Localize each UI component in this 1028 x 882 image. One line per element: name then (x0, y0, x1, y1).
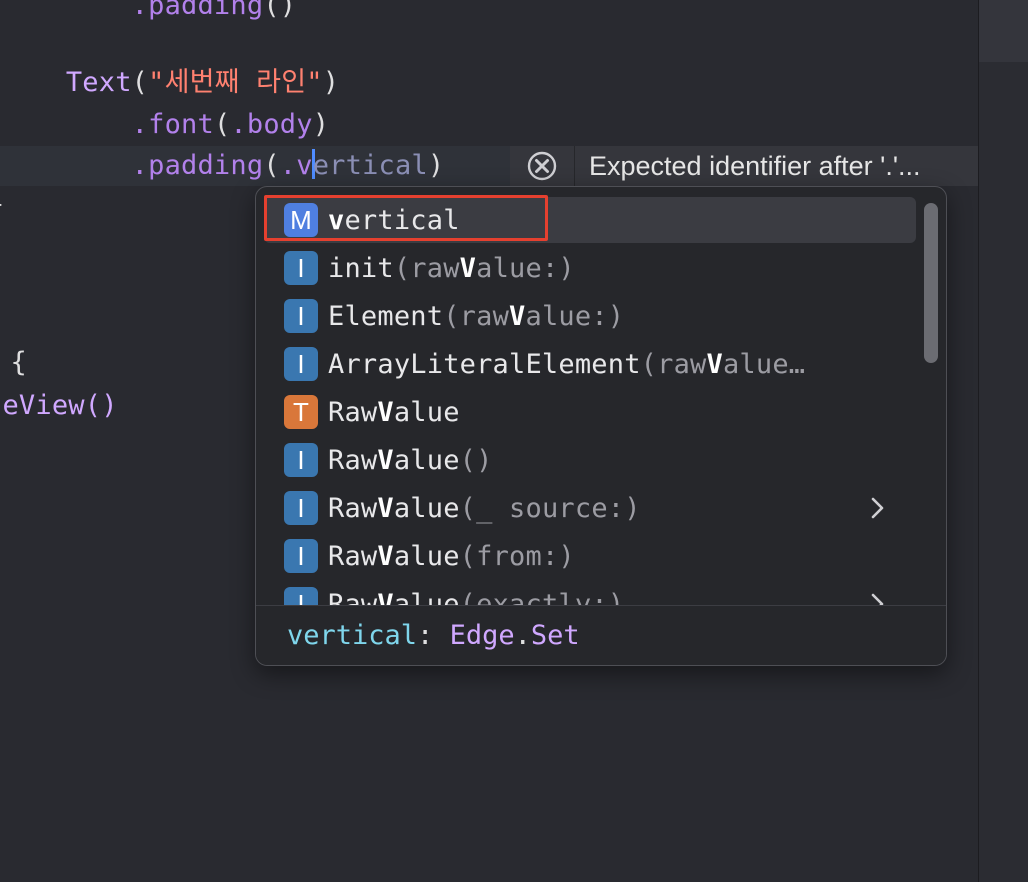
completion-item[interactable]: I init(rawValue:) (264, 245, 916, 291)
completion-item-label: RawValue() (328, 444, 493, 476)
error-banner[interactable]: Expected identifier after '.'... (510, 146, 978, 186)
minimap[interactable] (978, 0, 1028, 882)
completion-item[interactable]: I ArrayLiteralElement(rawValue… (264, 341, 916, 387)
initializer-kind-icon: I (284, 491, 318, 525)
completion-item[interactable]: I RawValue(from:) (264, 533, 916, 579)
completion-item-label: Element(rawValue:) (328, 300, 625, 332)
completion-item-label: RawValue (328, 396, 460, 428)
completion-item[interactable]: I Element(rawValue:) (264, 293, 916, 339)
chevron-right-icon[interactable] (870, 590, 886, 605)
error-circle-x-icon[interactable] (526, 150, 558, 182)
chevron-right-icon[interactable] (870, 494, 886, 522)
code-line: { (10, 347, 27, 378)
minimap-viewport[interactable] (979, 0, 1028, 62)
completion-list[interactable]: M vertical I init(rawValue:) I Element(r… (256, 187, 946, 605)
completion-item[interactable]: T RawValue (264, 389, 916, 435)
initializer-kind-icon: I (284, 251, 318, 285)
completion-item[interactable]: I RawValue(exactly:) (264, 581, 916, 605)
completion-scrollbar-thumb[interactable] (924, 203, 938, 363)
code-line: Text("세번째 라인") (65, 67, 340, 98)
error-message: Expected identifier after '.'... (589, 151, 921, 181)
error-icon-container[interactable] (510, 146, 575, 186)
completion-popup[interactable]: M vertical I init(rawValue:) I Element(r… (255, 186, 947, 666)
completion-item-label: RawValue(_ source:) (328, 492, 641, 524)
initializer-kind-icon: I (284, 443, 318, 477)
initializer-kind-icon: I (284, 347, 318, 381)
autocomplete-ghost-text: ertical (312, 150, 428, 181)
completion-signature: vertical: Edge.Set (287, 620, 580, 651)
completion-item[interactable]: I RawValue() (264, 437, 916, 483)
annotation-highlight-box (264, 195, 548, 241)
completion-item-label: RawValue(from:) (328, 540, 575, 572)
completion-item-label: ArrayLiteralElement(rawValue… (328, 348, 806, 380)
initializer-kind-icon: I (284, 587, 318, 605)
completion-item-label: init(rawValue:) (328, 252, 575, 284)
completion-item[interactable]: I RawValue(_ source:) (264, 485, 916, 531)
completion-detail: vertical: Edge.Set (256, 605, 946, 665)
code-line-current[interactable]: .padding(.vertical) (0, 146, 444, 186)
initializer-kind-icon: I (284, 299, 318, 333)
initializer-kind-icon: I (284, 539, 318, 573)
completion-item-label: RawValue(exactly:) (328, 588, 625, 606)
type-kind-icon: T (284, 395, 318, 429)
code-line: leView() (0, 390, 118, 421)
code-line: } (0, 185, 4, 225)
code-line: .padding() (131, 0, 297, 21)
code-line: .font(.body) (131, 109, 330, 140)
